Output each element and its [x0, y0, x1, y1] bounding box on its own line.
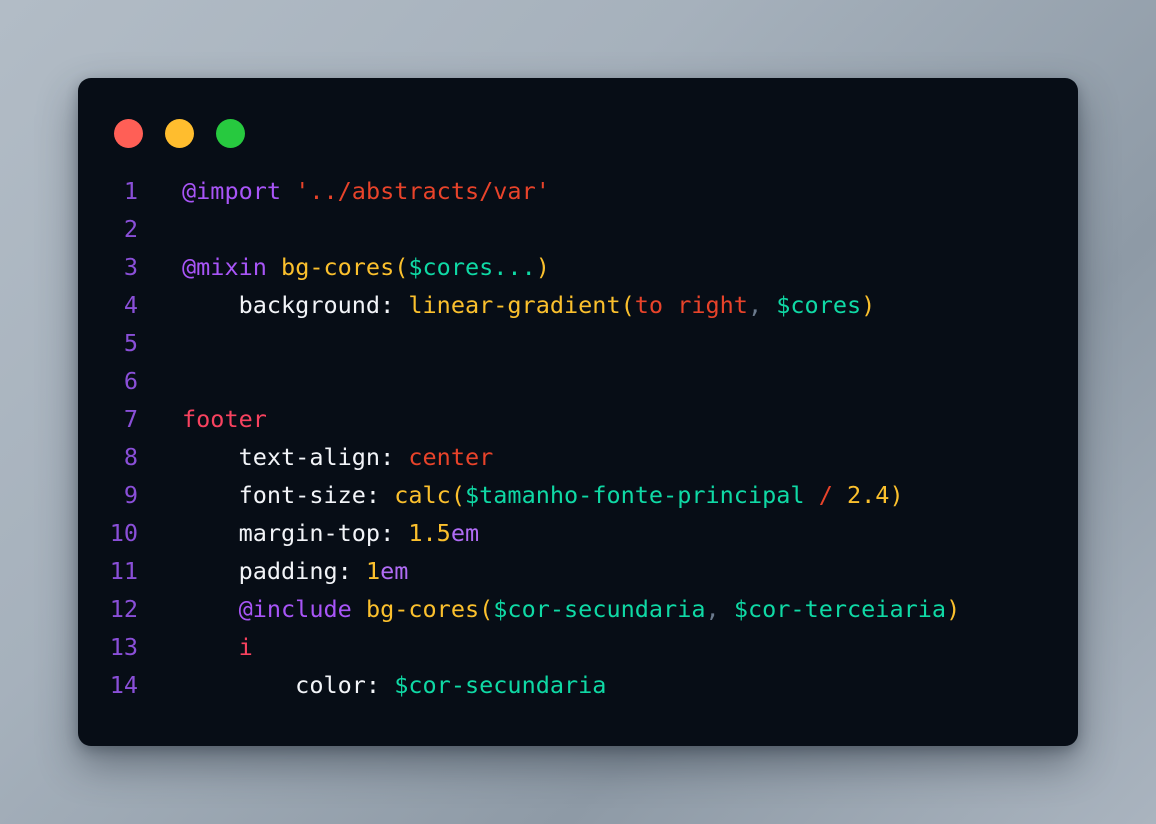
code-token: i — [238, 633, 253, 661]
code-token: $cor-terceiaria — [733, 595, 947, 623]
line-source[interactable]: @mixin bg-cores($cores...) — [138, 248, 550, 286]
code-token: linear-gradient — [408, 291, 621, 319]
code-line[interactable]: 9 font-size: calc($tamanho-fonte-princip… — [78, 476, 1078, 514]
code-token: bg-cores — [365, 595, 480, 623]
code-line[interactable]: 13 i — [78, 628, 1078, 666]
code-token: @import — [182, 177, 282, 205]
close-dot[interactable] — [114, 118, 143, 148]
line-source[interactable]: margin-top: 1.5em — [138, 514, 480, 552]
code-token: $tamanho-fonte-principal — [464, 481, 805, 509]
line-source[interactable]: i — [138, 628, 253, 666]
line-source[interactable]: background: linear-gradient(to right, $c… — [138, 286, 876, 324]
code-token: 2.4 — [847, 481, 890, 509]
line-number: 3 — [123, 253, 138, 281]
line-number: 6 — [123, 367, 138, 395]
code-token: , — [747, 291, 763, 319]
code-line[interactable]: 5 — [78, 324, 1078, 362]
code-token: $cor-secundaria — [394, 671, 607, 699]
code-token: ( — [450, 481, 465, 509]
code-token: color: — [182, 671, 395, 699]
code-line[interactable]: 2 — [78, 210, 1078, 248]
line-number: 10 — [109, 519, 138, 547]
code-token: text-align: — [182, 443, 409, 471]
minimize-dot[interactable] — [165, 118, 194, 148]
code-token: padding: — [182, 557, 366, 585]
code-line[interactable]: 14 color: $cor-secundaria — [78, 666, 1078, 704]
line-number: 14 — [109, 671, 138, 699]
line-source[interactable]: footer — [138, 400, 267, 438]
line-source[interactable]: font-size: calc($tamanho-fonte-principal… — [138, 476, 904, 514]
code-line[interactable]: 8 text-align: center — [78, 438, 1078, 476]
code-line[interactable]: 12 @include bg-cores($cor-secundaria, $c… — [78, 590, 1078, 628]
code-token: $cores... — [408, 253, 536, 281]
code-token: / — [818, 481, 833, 509]
code-line[interactable]: 6 — [78, 362, 1078, 400]
line-source[interactable]: color: $cor-secundaria — [138, 666, 606, 704]
code-token: margin-top: — [182, 519, 409, 547]
maximize-dot[interactable] — [216, 118, 245, 148]
line-number: 4 — [123, 291, 138, 319]
line-number: 13 — [109, 633, 138, 661]
line-source[interactable]: @import '../abstracts/var' — [138, 172, 550, 210]
code-token: '../abstracts/var' — [295, 177, 550, 205]
line-number: 8 — [123, 443, 138, 471]
code-token: font-size: — [182, 481, 395, 509]
code-token: ) — [535, 253, 550, 281]
code-token: $cor-secundaria — [493, 595, 706, 623]
code-token: calc — [394, 481, 451, 509]
code-token: 1 — [365, 557, 381, 585]
code-token: @mixin — [182, 253, 267, 281]
code-token: , — [705, 595, 720, 623]
line-number: 9 — [123, 481, 138, 509]
line-source[interactable]: @include bg-cores($cor-secundaria, $cor-… — [138, 590, 961, 628]
code-token: ) — [889, 481, 904, 509]
line-number: 11 — [109, 557, 138, 585]
code-token: to right — [634, 291, 748, 319]
code-token: 1.5 — [408, 519, 451, 547]
line-number: 5 — [123, 329, 138, 357]
code-line[interactable]: 3 @mixin bg-cores($cores...) — [78, 248, 1078, 286]
code-token: ( — [394, 253, 409, 281]
line-number: 12 — [109, 595, 138, 623]
code-line[interactable]: 1 @import '../abstracts/var' — [78, 172, 1078, 210]
code-token: ) — [946, 595, 961, 623]
code-token: ) — [861, 291, 876, 319]
line-source[interactable]: padding: 1em — [138, 552, 409, 590]
code-token: bg-cores — [281, 253, 395, 281]
code-token: center — [408, 443, 494, 471]
code-token: footer — [182, 405, 267, 433]
code-token: ( — [620, 291, 635, 319]
code-token: background: — [182, 291, 409, 319]
line-number: 1 — [123, 177, 138, 205]
code-line[interactable]: 11 padding: 1em — [78, 552, 1078, 590]
code-token: ( — [479, 595, 494, 623]
code-window: 1 @import '../abstracts/var' 2 3 @mixin bg-c… — [78, 78, 1078, 746]
code-token: $cores — [776, 291, 862, 319]
code-token: em — [380, 557, 409, 585]
code-editor[interactable]: 1 @import '../abstracts/var' 2 3 @mixin bg-c… — [78, 172, 1078, 704]
line-source[interactable]: text-align: center — [138, 438, 494, 476]
code-line[interactable]: 4 background: linear-gradient(to right, … — [78, 286, 1078, 324]
line-number: 7 — [123, 405, 138, 433]
code-line[interactable]: 7 footer — [78, 400, 1078, 438]
code-token: @include — [238, 595, 352, 623]
code-token: em — [450, 519, 480, 547]
line-number: 2 — [123, 215, 138, 243]
code-line[interactable]: 10 margin-top: 1.5em — [78, 514, 1078, 552]
window-titlebar — [78, 78, 1078, 149]
